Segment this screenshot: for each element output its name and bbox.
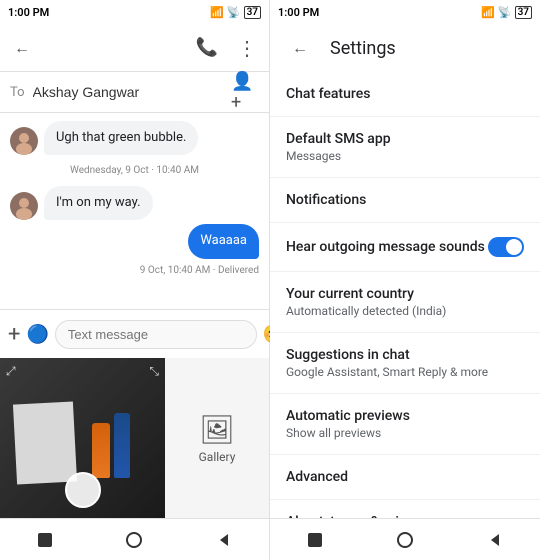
settings-item-about[interactable]: About, terms & privacy bbox=[270, 500, 540, 518]
timestamp-1: Wednesday, 9 Oct · 10:40 AM bbox=[10, 165, 259, 176]
settings-item-title-4: Your current country bbox=[286, 286, 524, 302]
settings-item-title-2: Notifications bbox=[286, 192, 524, 208]
back-button[interactable]: ← bbox=[8, 34, 36, 62]
settings-item-notifications[interactable]: Notifications bbox=[270, 178, 540, 223]
nav-home-right[interactable] bbox=[393, 528, 417, 552]
bubble-incoming-2: I'm on my way. bbox=[44, 186, 153, 220]
wifi-icon: 📡 bbox=[227, 6, 241, 19]
nav-square-right[interactable] bbox=[303, 528, 327, 552]
left-panel: 1:00 PM 📶 📡 37 ← 📞 ⋮ To 👤+ bbox=[0, 0, 270, 560]
nav-back-right[interactable] bbox=[483, 528, 507, 552]
settings-item-subtitle-1: Messages bbox=[286, 149, 524, 163]
add-contact-icon[interactable]: 👤+ bbox=[231, 78, 259, 106]
left-status-icons: 📶 📡 37 bbox=[210, 6, 261, 19]
settings-item-title-1: Default SMS app bbox=[286, 131, 524, 147]
left-status-bar: 1:00 PM 📶 📡 37 bbox=[0, 0, 269, 24]
settings-list: Chat features Default SMS app Messages N… bbox=[270, 72, 540, 518]
to-label: To bbox=[10, 85, 25, 100]
right-time: 1:00 PM bbox=[278, 6, 319, 19]
delivered-label: 9 Oct, 10:40 AM · Delivered bbox=[10, 265, 259, 276]
nav-square-left[interactable] bbox=[33, 528, 57, 552]
right-wifi-icon: 📡 bbox=[498, 6, 512, 19]
gallery-panel[interactable]: 🖼 Gallery bbox=[165, 358, 269, 518]
outgoing-row-1: Waaaaa bbox=[10, 224, 259, 258]
add-icon[interactable]: + bbox=[8, 320, 20, 348]
chat-area: Ugh that green bubble. Wednesday, 9 Oct … bbox=[0, 113, 269, 309]
text-input[interactable] bbox=[55, 320, 257, 349]
shrink-icon[interactable]: ⤡ bbox=[149, 364, 159, 379]
message-row-1: Ugh that green bubble. bbox=[10, 121, 259, 155]
settings-item-advanced[interactable]: Advanced bbox=[270, 455, 540, 500]
bubble-incoming-1: Ugh that green bubble. bbox=[44, 121, 198, 155]
shutter-button[interactable] bbox=[65, 472, 101, 508]
right-nav-bar bbox=[270, 518, 540, 560]
expand-icon[interactable]: ⤢ bbox=[6, 364, 16, 379]
message-row-2: I'm on my way. bbox=[10, 186, 259, 220]
camera-scene-bottle-blue bbox=[114, 413, 130, 478]
settings-item-sounds[interactable]: Hear outgoing message sounds bbox=[270, 223, 540, 272]
settings-item-chat-features[interactable]: Chat features bbox=[270, 72, 540, 117]
settings-item-subtitle-5: Google Assistant, Smart Reply & more bbox=[286, 365, 524, 379]
battery-icon: 37 bbox=[244, 6, 261, 19]
phone-icon[interactable]: 📞 bbox=[193, 34, 221, 62]
signal-icon: 📶 bbox=[210, 6, 224, 19]
settings-item-title-7: Advanced bbox=[286, 469, 524, 485]
settings-item-title-5: Suggestions in chat bbox=[286, 347, 524, 363]
nav-home-left[interactable] bbox=[122, 528, 146, 552]
right-battery-icon: 37 bbox=[515, 6, 532, 19]
sticker-icon[interactable]: 🔵 bbox=[26, 320, 48, 348]
media-row: ⤢ ⤡ 🖼 Gallery bbox=[0, 358, 269, 518]
left-nav-bar bbox=[0, 518, 269, 560]
right-status-bar: 1:00 PM 📶 📡 37 bbox=[270, 0, 540, 24]
camera-scene-paper bbox=[13, 401, 77, 484]
settings-item-subtitle-6: Show all previews bbox=[286, 426, 524, 440]
gallery-icon: 🖼 bbox=[199, 413, 235, 446]
input-row: + 🔵 😊 ▶ SMS bbox=[0, 309, 269, 358]
settings-item-title-3: Hear outgoing message sounds bbox=[286, 239, 485, 255]
settings-item-default-sms[interactable]: Default SMS app Messages bbox=[270, 117, 540, 178]
left-time: 1:00 PM bbox=[8, 6, 49, 19]
settings-title: Settings bbox=[330, 38, 396, 59]
avatar-2 bbox=[10, 192, 38, 220]
gallery-label: Gallery bbox=[199, 450, 236, 464]
camera-scene-bottle-orange bbox=[92, 423, 110, 478]
settings-item-suggestions[interactable]: Suggestions in chat Google Assistant, Sm… bbox=[270, 333, 540, 394]
camera-view: ⤢ ⤡ bbox=[0, 358, 165, 518]
to-row: To 👤+ bbox=[0, 72, 269, 113]
settings-item-previews[interactable]: Automatic previews Show all previews bbox=[270, 394, 540, 455]
to-input[interactable] bbox=[33, 84, 223, 100]
settings-item-title-6: Automatic previews bbox=[286, 408, 524, 424]
sounds-toggle[interactable] bbox=[488, 237, 524, 257]
settings-item-row-sounds: Hear outgoing message sounds bbox=[286, 237, 524, 257]
toolbar-icons: 📞 ⋮ bbox=[193, 34, 261, 62]
settings-back-button[interactable]: ← bbox=[286, 34, 314, 62]
right-signal-icon: 📶 bbox=[481, 6, 495, 19]
right-panel: 1:00 PM 📶 📡 37 ← Settings Chat features … bbox=[270, 0, 540, 560]
avatar-1 bbox=[10, 127, 38, 155]
settings-item-country[interactable]: Your current country Automatically detec… bbox=[270, 272, 540, 333]
more-options-icon[interactable]: ⋮ bbox=[233, 34, 261, 62]
bubble-outgoing-1: Waaaaa bbox=[188, 224, 259, 258]
left-toolbar: ← 📞 ⋮ bbox=[0, 24, 269, 72]
settings-item-subtitle-4: Automatically detected (India) bbox=[286, 304, 524, 318]
right-status-icons: 📶 📡 37 bbox=[481, 6, 532, 19]
nav-back-left[interactable] bbox=[212, 528, 236, 552]
settings-toolbar: ← Settings bbox=[270, 24, 540, 72]
settings-item-title-0: Chat features bbox=[286, 86, 524, 102]
